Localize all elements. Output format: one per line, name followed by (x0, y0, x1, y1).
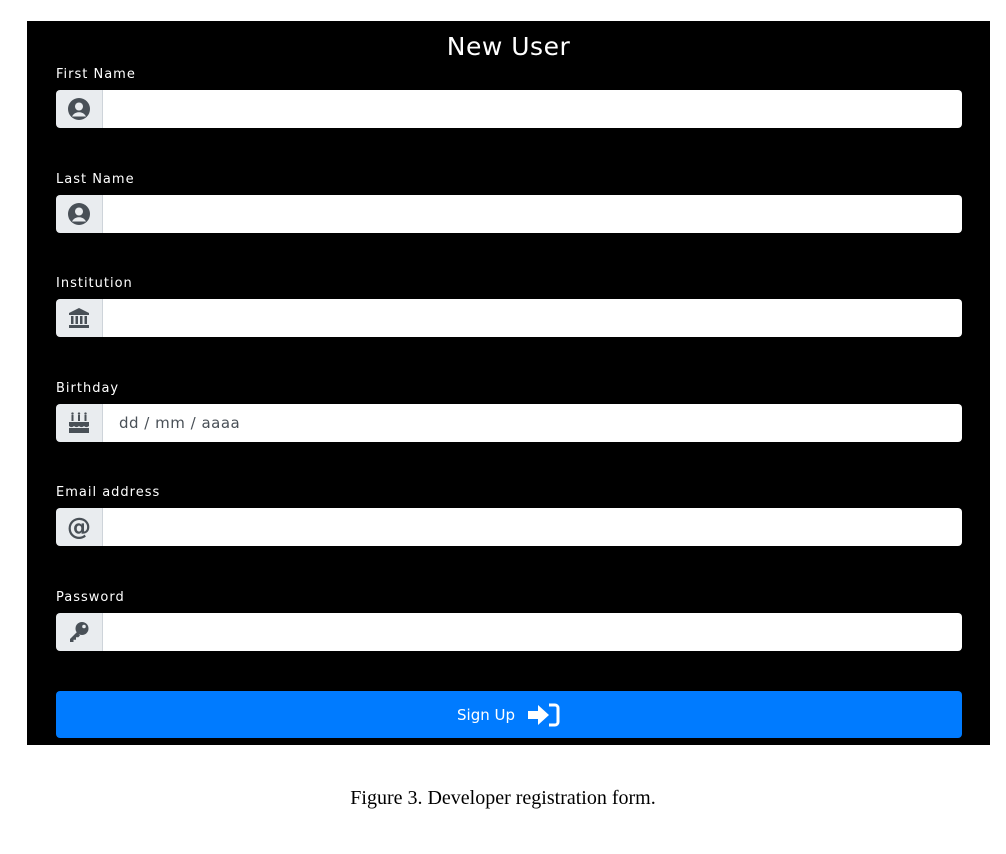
birthday-cake-icon (56, 404, 103, 442)
password-input[interactable] (103, 613, 962, 651)
password-label: Password (56, 590, 125, 605)
birthday-label: Birthday (56, 381, 120, 396)
last-name-group (56, 195, 962, 233)
registration-form: New User First Name Last Name Institutio… (27, 21, 990, 745)
email-label: Email address (56, 485, 161, 500)
birthday-input[interactable]: dd / mm / aaaa (103, 404, 962, 442)
password-group (56, 613, 962, 651)
sign-up-button[interactable]: Sign Up (56, 691, 962, 738)
first-name-group (56, 90, 962, 128)
sign-up-label: Sign Up (457, 705, 515, 724)
form-title: New User (446, 32, 571, 61)
institution-label: Institution (56, 276, 133, 291)
birthday-group: dd / mm / aaaa (56, 404, 962, 442)
user-circle-icon (56, 90, 103, 128)
email-input[interactable] (103, 508, 962, 546)
sign-in-icon (527, 702, 561, 728)
last-name-label: Last Name (56, 172, 135, 187)
university-icon (56, 299, 103, 337)
first-name-label: First Name (56, 67, 136, 82)
key-icon (56, 613, 103, 651)
email-group: @ (56, 508, 962, 546)
institution-group (56, 299, 962, 337)
last-name-input[interactable] (103, 195, 962, 233)
institution-input[interactable] (103, 299, 962, 337)
figure-caption: Figure 3. Developer registration form. (350, 787, 656, 809)
at-icon: @ (56, 508, 103, 546)
first-name-input[interactable] (103, 90, 962, 128)
user-circle-icon (56, 195, 103, 233)
